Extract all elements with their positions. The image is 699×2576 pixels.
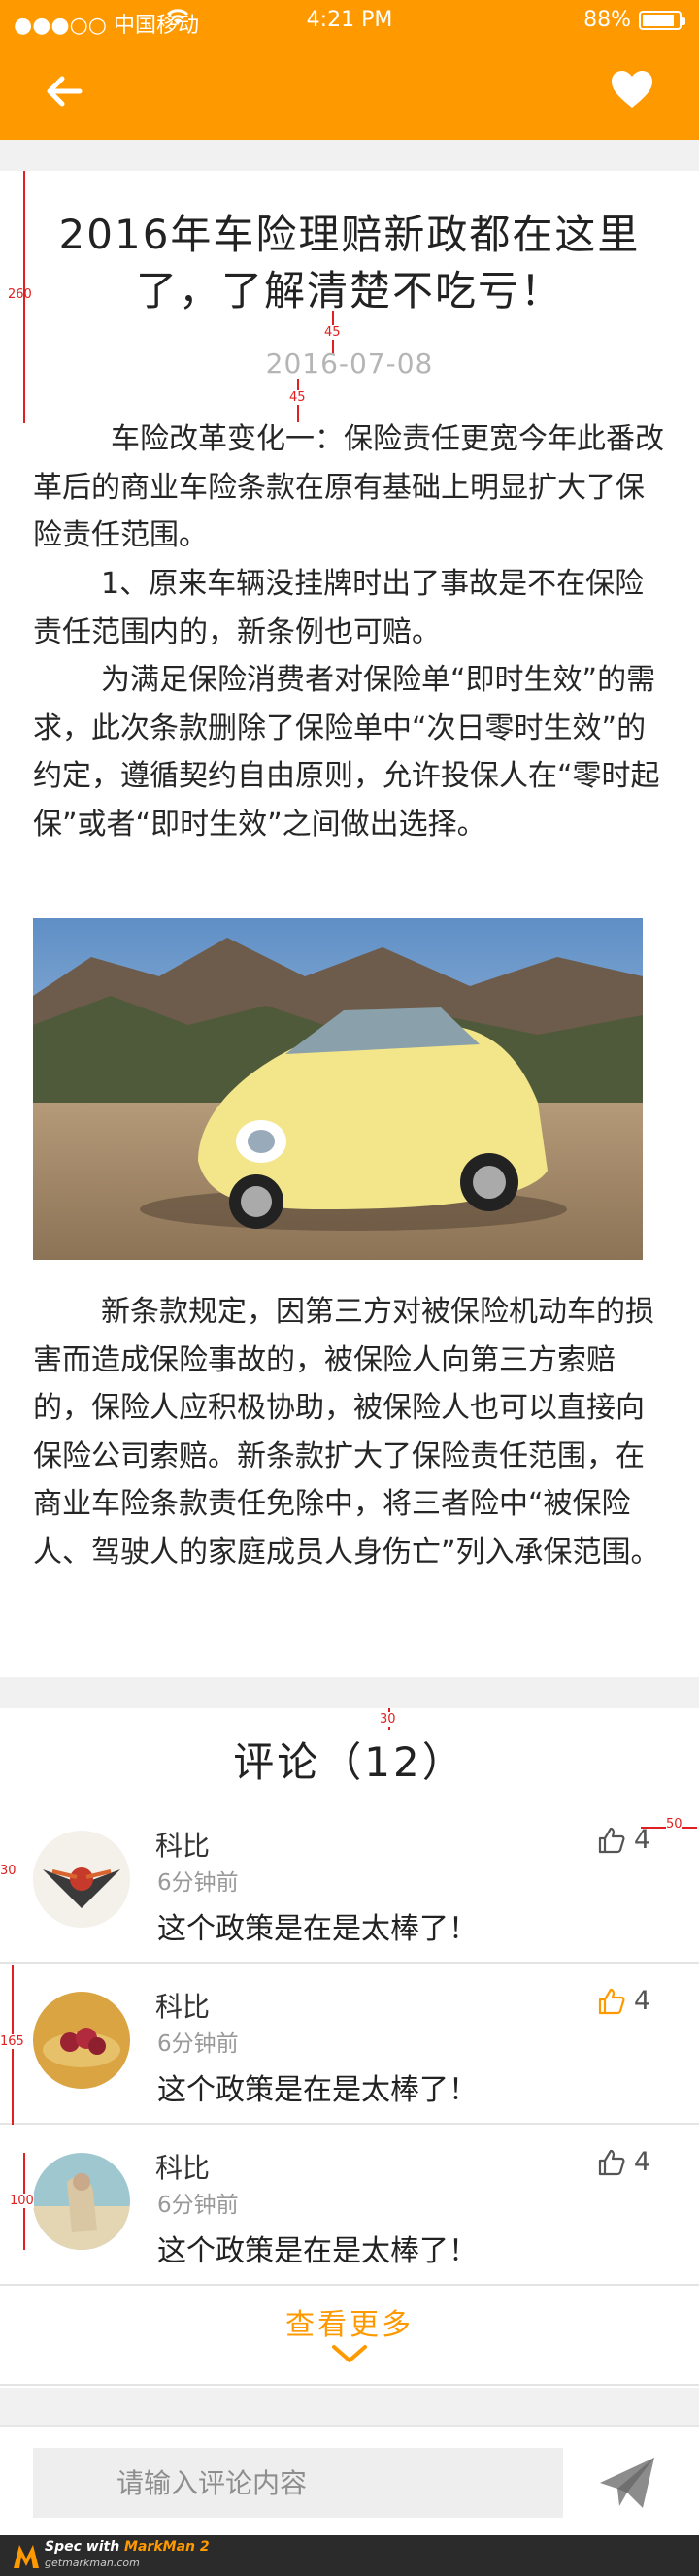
thumbs-up-icon xyxy=(598,1988,625,2014)
comment-text: 这个政策是在是太棒了！ xyxy=(157,2234,478,2268)
comment-time: 6分钟前 xyxy=(157,2193,239,2218)
comment-text: 这个政策是在是太棒了！ xyxy=(157,1912,478,1946)
footer-line-1: Spec with MarkMan 2 xyxy=(45,2539,210,2555)
article-paragraph: 为满足保险消费者对保险单“即时生效”的需求，此次条款删除了保险单中“次日零时生效… xyxy=(33,663,660,842)
comment-author: 科比 xyxy=(155,1991,211,2023)
avatar[interactable] xyxy=(33,1831,130,1928)
article-paragraph: 1、原来车辆没挂牌时出了事故是不在保险责任范围内的，新条例也可赔。 xyxy=(33,567,645,649)
comment-author: 科比 xyxy=(155,2152,211,2184)
article-title: 2016年车险理赔新政都在这里了，了解清楚不吃亏！ xyxy=(58,211,641,314)
thumbs-up-icon xyxy=(598,2149,625,2175)
section-gap xyxy=(0,2388,699,2425)
comment-item: 科比 6分钟前 这个政策是在是太棒了！ 4 xyxy=(0,1803,699,1964)
like-button[interactable]: 4 xyxy=(597,2147,650,2177)
avatar[interactable] xyxy=(33,1992,130,2089)
markman-logo-icon xyxy=(12,2541,41,2570)
comment-author: 科比 xyxy=(155,1830,211,1862)
footer-line-2: getmarkman.com xyxy=(45,2557,140,2569)
battery-indicator: 88% xyxy=(583,8,685,32)
comment-input-wrap xyxy=(33,2448,563,2518)
battery-icon xyxy=(639,10,685,30)
section-gap xyxy=(0,140,699,171)
thumbs-up-icon xyxy=(598,1827,625,1853)
like-button[interactable]: 4 xyxy=(597,1825,650,1855)
section-gap xyxy=(0,1677,699,1708)
article-date: 2016-07-08 xyxy=(265,347,434,380)
comment-item: 科比 6分钟前 这个政策是在是太棒了！ 4 xyxy=(0,2126,699,2286)
comments-title: 评论（12） xyxy=(233,1738,466,1786)
article-paragraph: 车险改革变化一：保险责任更宽今年此番改革后的商业车险条款在原有基础上明显扩大了保… xyxy=(33,422,664,552)
article-image xyxy=(33,918,643,1260)
status-bar: ●●●○○ 中国移动 4:21 PM 88% xyxy=(0,0,699,41)
heart-icon[interactable] xyxy=(610,68,654,113)
nav-bar xyxy=(0,41,699,140)
margin-annotation: 30 xyxy=(0,1864,17,1878)
avatar[interactable] xyxy=(33,2153,130,2250)
comment-input[interactable] xyxy=(33,2448,563,2518)
view-more-button[interactable]: 查看更多 xyxy=(0,2287,699,2386)
arrow-left-icon[interactable] xyxy=(43,70,85,113)
comment-item: 科比 6分钟前 这个政策是在是太棒了！ 4 xyxy=(0,1965,699,2125)
comment-text: 这个政策是在是太棒了！ xyxy=(157,2073,478,2107)
paper-plane-icon[interactable] xyxy=(598,2456,656,2510)
markman-footer: Spec with MarkMan 2 getmarkman.com xyxy=(0,2535,699,2576)
like-count: 4 xyxy=(633,2147,650,2177)
chevron-down-icon xyxy=(330,2345,369,2370)
comment-input-bar xyxy=(0,2425,699,2535)
like-count: 4 xyxy=(633,1825,650,1855)
comment-time: 6分钟前 xyxy=(157,2031,239,2057)
comment-time: 6分钟前 xyxy=(157,1870,239,1896)
view-more-label: 查看更多 xyxy=(285,2308,414,2342)
article-paragraph: 新条款规定，因第三方对被保险机动车的损害而造成保险事故的，被保险人向第三方索赔的… xyxy=(33,1295,660,1569)
battery-label: 88% xyxy=(583,8,631,32)
like-count: 4 xyxy=(633,1986,650,2016)
like-button[interactable]: 4 xyxy=(597,1986,650,2016)
